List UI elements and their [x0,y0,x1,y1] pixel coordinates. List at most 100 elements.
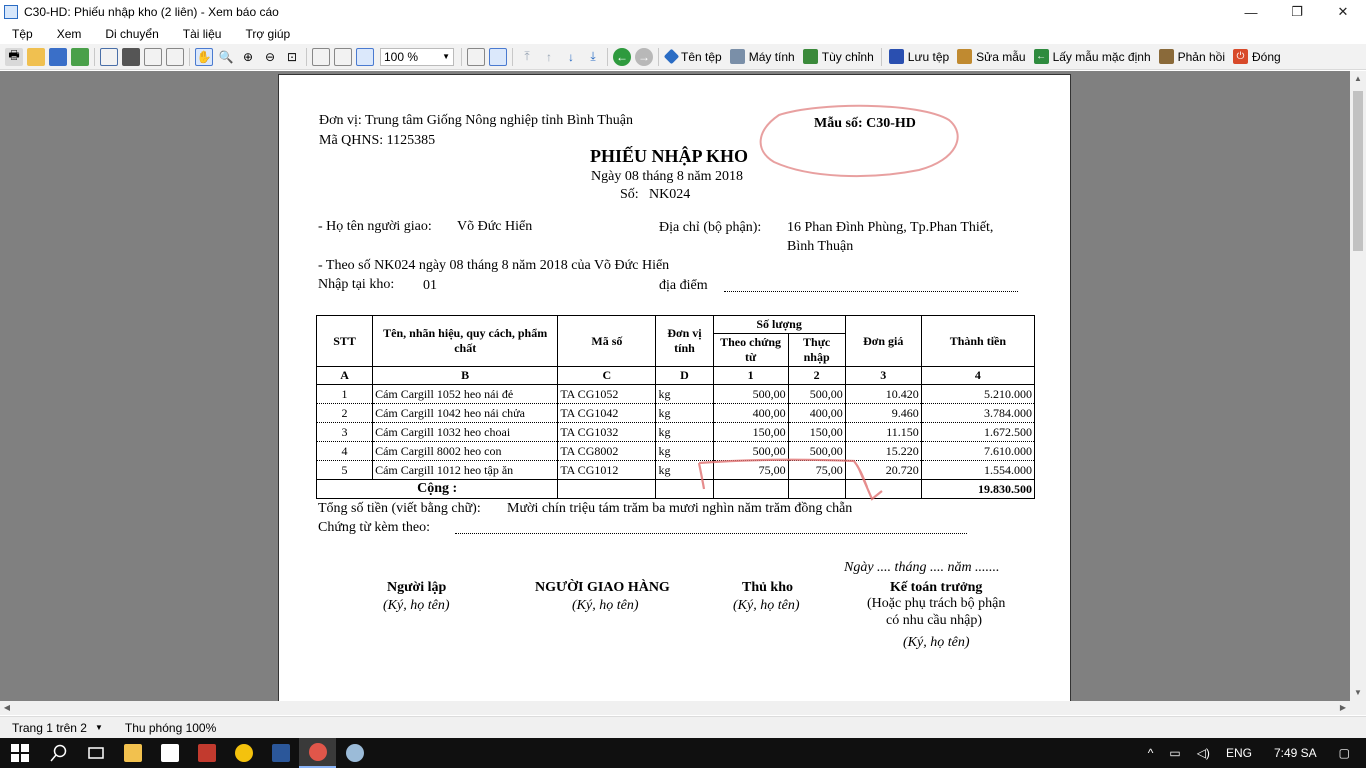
address-line2: Bình Thuận [787,239,854,254]
back-icon[interactable]: ← [613,47,631,66]
row-stt: 1 [315,384,374,404]
row-stt: 4 [315,441,374,461]
binoculars-icon[interactable] [122,47,140,66]
file-name-button[interactable]: Tên tệp [663,48,722,65]
app-red-icon[interactable] [188,738,225,768]
zoom-tool-icon[interactable]: 🔍 [217,48,235,66]
actual-size-icon[interactable] [356,47,374,66]
multi-page-icon[interactable] [489,47,507,66]
page-setup-icon[interactable] [166,47,184,66]
notification-icon[interactable]: ▢ [1339,746,1350,760]
row-code: TA CG8002 [557,441,657,461]
toolbar-separator [461,47,462,66]
feedback-button[interactable]: Phản hồi [1158,49,1225,64]
scroll-left-icon[interactable]: ◀ [0,701,14,715]
windows-start-icon[interactable] [0,738,40,768]
zoom-region-icon[interactable]: ⊡ [283,48,301,66]
menu-document[interactable]: Tài liệu [171,27,234,41]
task-view-icon[interactable] [77,738,114,768]
close-button[interactable]: ✕ [1320,0,1366,24]
menu-view[interactable]: Xem [45,27,94,41]
previous-page-icon[interactable]: ↑ [540,48,558,66]
chevron-down-icon[interactable]: ▼ [95,723,103,732]
fit-page-icon[interactable] [312,47,330,66]
document-title: PHIẾU NHẬP KHO [590,146,749,166]
next-page-icon[interactable]: ↓ [562,48,580,66]
accounting-app-icon[interactable] [299,738,336,768]
document-number-label: Số: [620,187,639,202]
column-letter: B [372,366,559,385]
close-report-button[interactable]: ⏻ Đóng [1233,49,1281,64]
zoom-out-icon[interactable]: ⊖ [261,48,279,66]
hand-tool-icon[interactable]: ✋ [195,47,213,66]
header-name: Tên, nhãn hiệu, quy cách, phẩm chất [372,315,559,367]
minimize-button[interactable]: — [1228,0,1274,24]
warehouse-label: Nhập tại kho: [318,277,395,292]
row-name: Cám Cargill 8002 heo con [372,441,559,461]
export-icon[interactable] [71,47,89,66]
scroll-down-icon[interactable]: ▼ [1350,685,1366,701]
language-indicator[interactable]: ENG [1226,746,1252,760]
mail-icon[interactable] [151,738,188,768]
maximize-button[interactable]: ❐ [1274,0,1320,24]
scroll-thumb[interactable] [1353,91,1363,251]
single-page-icon[interactable] [467,47,485,66]
last-page-icon[interactable]: ⤓ [584,48,602,66]
horizontal-scrollbar[interactable]: ◀ ▶ [0,701,1350,715]
scroll-up-icon[interactable]: ▲ [1350,71,1366,87]
layout-icon[interactable] [100,47,118,66]
edit-template-button[interactable]: Sửa mẫu [957,49,1026,64]
report-viewer[interactable]: Đơn vị: Trung tâm Giống Nông nghiệp tỉnh… [0,71,1350,701]
menu-file[interactable]: Tệp [0,27,45,41]
menu-navigate[interactable]: Di chuyển [93,27,170,41]
word-icon[interactable] [262,738,299,768]
print-icon[interactable]: 🖶 [5,47,23,66]
document-date: Ngày 08 tháng 8 năm 2018 [591,169,744,184]
save-file-button[interactable]: Lưu tệp [888,49,949,64]
default-template-button[interactable]: ← Lấy mẫu mặc định [1033,49,1151,64]
report-app-icon[interactable] [336,738,373,768]
row-price: 9.460 [844,403,922,423]
toolbar-separator [658,47,659,66]
reference-line: - Theo số NK024 ngày 08 tháng 8 năm 2018… [318,258,670,273]
calculator-button[interactable]: Máy tính [729,49,795,64]
fit-width-icon[interactable] [334,47,352,66]
find-icon[interactable] [144,47,162,66]
attachments-dotted-line [455,533,967,534]
search-icon[interactable] [40,738,77,768]
title-bar: C30-HD: Phiếu nhập kho (2 liên) - Xem bá… [0,0,1366,24]
row-qty-actual: 400,00 [787,403,846,423]
row-stt: 2 [315,403,374,423]
chrome-icon[interactable] [225,738,262,768]
column-letter: A [315,366,374,385]
first-page-icon[interactable]: ⤒ [518,48,536,66]
row-stt: 3 [315,422,374,442]
open-folder-icon[interactable] [27,47,45,66]
zoom-select[interactable]: 100 % ▼ [380,47,454,66]
menu-help[interactable]: Trợ giúp [233,27,302,41]
zoom-in-icon[interactable]: ⊕ [239,48,257,66]
page-indicator[interactable]: Trang 1 trên 2 [12,721,87,735]
scroll-right-icon[interactable]: ▶ [1336,701,1350,715]
signature-note: (Ký, họ tên) [903,635,970,650]
signature-subtitle: có nhu cầu nhập) [886,613,983,628]
chevron-up-icon[interactable]: ^ [1148,746,1154,760]
taskbar: ^ ▭ ◁) ENG 7:49 SA ▢ [0,738,1366,768]
table-row: 2 Cám Cargill 1042 heo nái chửa TA CG104… [315,403,1036,423]
row-unit: kg [655,422,714,442]
volume-icon[interactable]: ◁) [1197,746,1210,760]
file-explorer-icon[interactable] [114,738,151,768]
row-unit: kg [655,384,714,404]
row-amount: 7.610.000 [920,441,1036,461]
signature-title: Người lập [387,580,447,595]
forward-icon[interactable]: → [635,47,653,66]
row-code: TA CG1052 [557,384,657,404]
customize-button[interactable]: Tùy chỉnh [802,49,874,64]
save-disk-icon[interactable] [49,47,67,66]
form-code: Mẫu số: C30-HD [814,116,916,131]
clock[interactable]: 7:49 SA [1274,746,1317,760]
vertical-scrollbar[interactable]: ▲ ▼ [1350,71,1366,701]
row-price: 20.720 [844,460,922,480]
network-icon[interactable]: ▭ [1169,746,1180,760]
total-empty-cell [655,479,714,499]
